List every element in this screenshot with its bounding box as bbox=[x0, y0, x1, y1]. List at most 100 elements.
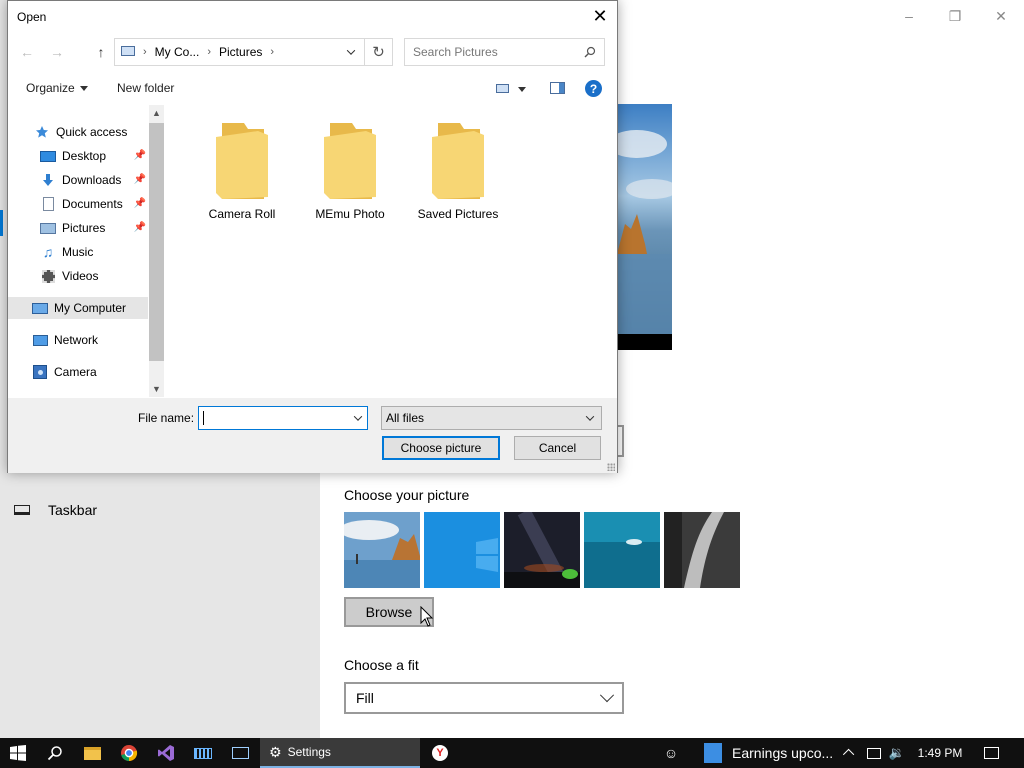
nav-documents[interactable]: Documents 📌 bbox=[8, 193, 148, 215]
forward-arrow-icon[interactable]: → bbox=[46, 40, 68, 64]
background-preview bbox=[617, 104, 672, 350]
dialog-close-button[interactable]: ✕ bbox=[583, 1, 617, 32]
file-name-input[interactable] bbox=[198, 406, 368, 430]
thumbnail-beach[interactable] bbox=[344, 512, 420, 588]
preview-pane-button[interactable] bbox=[550, 82, 565, 97]
resize-grip[interactable] bbox=[607, 463, 615, 471]
nav-network[interactable]: Network bbox=[8, 329, 148, 351]
filter-dropdown-button[interactable] bbox=[581, 407, 599, 429]
window-app-icon bbox=[231, 747, 249, 759]
start-button[interactable] bbox=[0, 738, 36, 768]
computer-icon bbox=[121, 46, 135, 56]
chrome-icon bbox=[121, 745, 138, 762]
minimize-button[interactable]: – bbox=[886, 0, 932, 32]
folder-name: Saved Pictures bbox=[417, 207, 499, 221]
caret-down-icon bbox=[79, 86, 88, 92]
folder-name: MEmu Photo bbox=[315, 207, 385, 221]
mouse-cursor-icon bbox=[420, 606, 434, 627]
address-history-button[interactable] bbox=[340, 39, 362, 65]
nav-music[interactable]: ♫ Music bbox=[8, 241, 148, 263]
new-folder-button[interactable]: New folder bbox=[117, 81, 174, 95]
network-tray-button[interactable] bbox=[864, 738, 884, 768]
people-icon: ☺ bbox=[663, 745, 679, 761]
nav-downloads[interactable]: Downloads 📌 bbox=[8, 169, 148, 191]
filter-value: All files bbox=[386, 411, 425, 425]
chrome-button[interactable] bbox=[111, 738, 147, 768]
nav-label: Quick access bbox=[56, 125, 128, 139]
scroll-down-icon[interactable]: ▼ bbox=[149, 381, 164, 397]
pictures-icon bbox=[40, 221, 56, 235]
view-options-button[interactable] bbox=[496, 82, 526, 96]
clock-time: 1:49 PM bbox=[917, 746, 963, 760]
people-button[interactable]: ☺ bbox=[656, 738, 686, 768]
scrollbar-thumb[interactable] bbox=[149, 123, 164, 361]
documents-icon bbox=[40, 197, 56, 211]
file-type-filter[interactable]: All files bbox=[381, 406, 602, 430]
file-explorer-button[interactable] bbox=[74, 738, 110, 768]
nav-item-taskbar[interactable]: Taskbar bbox=[14, 502, 97, 518]
nav-scrollbar[interactable]: ▲ ▼ bbox=[149, 105, 164, 397]
organize-menu[interactable]: Organize bbox=[26, 81, 88, 95]
nav-label: Videos bbox=[62, 269, 99, 283]
yandex-browser-button[interactable]: Y bbox=[422, 738, 458, 768]
app-button[interactable] bbox=[222, 738, 258, 768]
nav-camera[interactable]: Camera bbox=[8, 361, 148, 383]
refresh-icon[interactable]: ↻ bbox=[364, 39, 392, 65]
search-taskbar-button[interactable] bbox=[37, 738, 73, 768]
breadcrumb-pictures[interactable]: Pictures bbox=[219, 45, 262, 59]
pin-icon: 📌 bbox=[133, 198, 146, 209]
breadcrumb-separator: › bbox=[270, 46, 275, 58]
scroll-up-icon[interactable]: ▲ bbox=[149, 105, 164, 121]
taskbar-settings-app[interactable]: ⚙ Settings bbox=[260, 738, 420, 768]
dialog-toolbar: Organize New folder ? bbox=[8, 73, 617, 103]
nav-my-computer[interactable]: My Computer bbox=[8, 297, 148, 319]
nav-label: Music bbox=[62, 245, 94, 259]
active-app-label: Settings bbox=[287, 745, 331, 759]
nav-videos[interactable]: Videos bbox=[8, 265, 148, 287]
chevron-down-icon bbox=[585, 412, 595, 421]
folder-icon bbox=[432, 123, 484, 199]
address-bar[interactable]: › My Co... › Pictures › ↻ bbox=[114, 38, 393, 66]
cancel-button[interactable]: Cancel bbox=[514, 436, 601, 460]
thumbnail-night-sky[interactable] bbox=[504, 512, 580, 588]
thumbnail-windows[interactable] bbox=[424, 512, 500, 588]
action-center-button[interactable] bbox=[976, 738, 1006, 768]
news-widget[interactable]: Earnings upco... bbox=[700, 738, 840, 768]
file-name-history-button[interactable] bbox=[349, 407, 367, 429]
preview-pane-icon bbox=[550, 82, 565, 94]
up-arrow-icon[interactable]: ↑ bbox=[90, 40, 112, 64]
visual-studio-button[interactable] bbox=[148, 738, 184, 768]
help-icon[interactable]: ? bbox=[585, 80, 602, 97]
fit-dropdown[interactable]: Fill bbox=[344, 682, 624, 714]
folder-item[interactable]: Camera Roll bbox=[190, 119, 294, 221]
star-icon bbox=[34, 125, 50, 139]
windows-taskbar: ⚙ Settings Y ☺ Earnings upco... 🔉 1:49 P… bbox=[0, 738, 1024, 768]
choose-picture-button[interactable]: Choose picture bbox=[382, 436, 500, 460]
search-input[interactable]: Search Pictures bbox=[404, 38, 605, 66]
volume-button[interactable]: 🔉 bbox=[886, 738, 908, 768]
nav-pictures[interactable]: Pictures 📌 bbox=[8, 217, 148, 239]
videos-icon bbox=[40, 269, 56, 283]
folder-icon bbox=[216, 123, 268, 199]
show-hidden-icons-button[interactable] bbox=[842, 738, 858, 768]
choose-picture-label: Choose your picture bbox=[344, 487, 470, 503]
back-arrow-icon[interactable]: ← bbox=[16, 40, 38, 64]
download-icon bbox=[40, 173, 56, 187]
nav-desktop[interactable]: Desktop 📌 bbox=[8, 145, 148, 167]
volume-icon: 🔉 bbox=[888, 745, 906, 760]
keyboard-app-button[interactable] bbox=[185, 738, 221, 768]
chevron-down-icon bbox=[599, 688, 615, 703]
clock[interactable]: 1:49 PM bbox=[912, 738, 968, 768]
close-button[interactable]: ✕ bbox=[978, 0, 1024, 32]
breadcrumb-my-computer[interactable]: My Co... bbox=[155, 45, 200, 59]
thumbnail-waterfall[interactable] bbox=[664, 512, 740, 588]
nav-quick-access[interactable]: Quick access bbox=[8, 121, 148, 143]
pin-icon: 📌 bbox=[133, 174, 146, 185]
nav-label: Pictures bbox=[62, 221, 106, 235]
folder-item[interactable]: Saved Pictures bbox=[406, 119, 510, 221]
search-placeholder: Search Pictures bbox=[413, 45, 498, 59]
dialog-title-bar: Open bbox=[8, 1, 617, 32]
folder-item[interactable]: MEmu Photo bbox=[298, 119, 402, 221]
restore-button[interactable]: ❐ bbox=[932, 0, 978, 32]
thumbnail-underwater[interactable] bbox=[584, 512, 660, 588]
